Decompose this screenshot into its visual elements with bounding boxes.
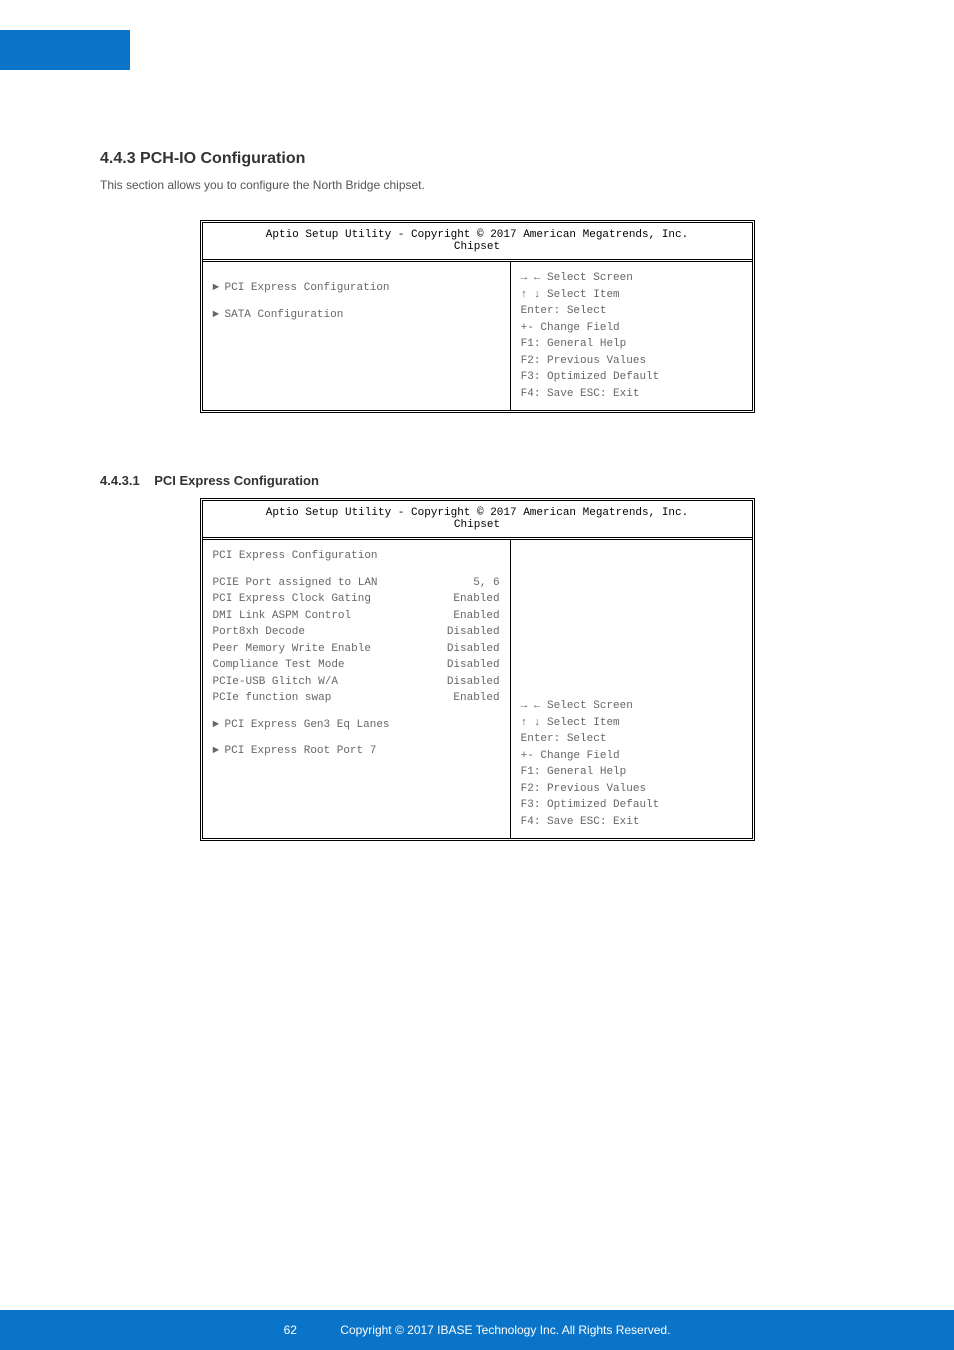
- bios-title: Aptio Setup Utility - Copyright © 2017 A…: [203, 223, 752, 262]
- bios-item-label: Compliance Test Mode: [213, 657, 447, 674]
- bios-pane-header: PCI Express Configuration: [213, 548, 500, 565]
- triangle-right-icon: ►: [213, 717, 225, 734]
- bios-item-value: Enabled: [453, 591, 499, 608]
- bios-tab-label: Chipset: [203, 519, 752, 531]
- bios-help-pane: → ← Select Screen ↑ ↓ Select Item Enter:…: [510, 540, 752, 838]
- logo-box: [0, 30, 130, 70]
- help-line: F4: Save ESC: Exit: [521, 814, 742, 831]
- bios-tab-label: Chipset: [203, 241, 752, 253]
- help-line: → ← Select Screen: [521, 698, 742, 715]
- bios-item[interactable]: Peer Memory Write Enable Disabled: [213, 641, 500, 658]
- subsection-number: 4.4.3.1: [100, 473, 140, 488]
- bios-item[interactable]: ► SATA Configuration: [213, 307, 500, 324]
- triangle-right-icon: ►: [213, 280, 225, 297]
- section-number: 4.4.3: [100, 150, 136, 167]
- subsection-title: PCI Express Configuration: [154, 473, 319, 488]
- bios-item-label: DMI Link ASPM Control: [213, 608, 454, 625]
- bios-item[interactable]: ► PCI Express Configuration: [213, 280, 500, 297]
- bios-item-label: PCI Express Configuration: [225, 280, 500, 297]
- bios-item-value: Disabled: [447, 674, 500, 691]
- bios-item[interactable]: Compliance Test Mode Disabled: [213, 657, 500, 674]
- bios-item[interactable]: PCI Express Clock Gating Enabled: [213, 591, 500, 608]
- section-paragraph: This section allows you to configure the…: [100, 176, 854, 195]
- triangle-right-icon: ►: [213, 743, 225, 760]
- help-line: F1: General Help: [521, 764, 742, 781]
- bios-item[interactable]: PCIe function swap Enabled: [213, 690, 500, 707]
- page-number: 62: [284, 1323, 297, 1337]
- section-title: PCH-IO Configuration: [140, 150, 305, 167]
- bios-item[interactable]: DMI Link ASPM Control Enabled: [213, 608, 500, 625]
- bios-item-value: Disabled: [447, 624, 500, 641]
- help-line: F2: Previous Values: [521, 353, 742, 370]
- bios-item-label: PCIe-USB Glitch W/A: [213, 674, 447, 691]
- bios-item-label: PCI Express Gen3 Eq Lanes: [225, 717, 500, 734]
- bios-left-pane: PCI Express Configuration PCIE Port assi…: [203, 540, 510, 838]
- bios-box-pch-io: Aptio Setup Utility - Copyright © 2017 A…: [200, 220, 755, 413]
- help-line: F3: Optimized Default: [521, 369, 742, 386]
- bios-body: ► PCI Express Configuration ► SATA Confi…: [203, 262, 752, 410]
- bios-item[interactable]: Port8xh Decode Disabled: [213, 624, 500, 641]
- bios-item-value: Disabled: [447, 641, 500, 658]
- section-heading: 4.4.3 PCH-IO Configuration: [100, 150, 854, 168]
- page: 4.4.3 PCH-IO Configuration This section …: [0, 0, 954, 1350]
- bios-item-value: 5, 6: [473, 575, 499, 592]
- bios-item-label: SATA Configuration: [225, 307, 500, 324]
- help-line: F3: Optimized Default: [521, 797, 742, 814]
- bios-body: PCI Express Configuration PCIE Port assi…: [203, 540, 752, 838]
- bios-item-value: Enabled: [453, 690, 499, 707]
- footer-bar: 62 Copyright © 2017 IBASE Technology Inc…: [0, 1310, 954, 1350]
- help-line: ↑ ↓ Select Item: [521, 715, 742, 732]
- bios-title: Aptio Setup Utility - Copyright © 2017 A…: [203, 501, 752, 540]
- help-line: Enter: Select: [521, 731, 742, 748]
- bios-left-pane: ► PCI Express Configuration ► SATA Confi…: [203, 262, 510, 410]
- bios-setup-label: Aptio Setup Utility - Copyright © 2017 A…: [203, 229, 752, 241]
- bios-item[interactable]: ► PCI Express Root Port 7: [213, 743, 500, 760]
- bios-item-label: PCIe function swap: [213, 690, 454, 707]
- bios-box-pci-express: Aptio Setup Utility - Copyright © 2017 A…: [200, 498, 755, 841]
- bios-item-label: Port8xh Decode: [213, 624, 447, 641]
- help-line: F2: Previous Values: [521, 781, 742, 798]
- help-line: → ← Select Screen: [521, 270, 742, 287]
- subsection-heading: 4.4.3.1 PCI Express Configuration: [100, 473, 854, 488]
- help-line: ↑ ↓ Select Item: [521, 287, 742, 304]
- triangle-right-icon: ►: [213, 307, 225, 324]
- bios-item-label: PCI Express Clock Gating: [213, 591, 454, 608]
- bios-item-value: Disabled: [447, 657, 500, 674]
- footer-text: Copyright © 2017 IBASE Technology Inc. A…: [340, 1323, 670, 1337]
- help-line: Enter: Select: [521, 303, 742, 320]
- bios-item-label: PCI Express Root Port 7: [225, 743, 500, 760]
- help-line: +- Change Field: [521, 748, 742, 765]
- help-line: F1: General Help: [521, 336, 742, 353]
- bios-help-pane: → ← Select Screen ↑ ↓ Select Item Enter:…: [510, 262, 752, 410]
- bios-item[interactable]: PCIE Port assigned to LAN 5, 6: [213, 575, 500, 592]
- bios-item[interactable]: ► PCI Express Gen3 Eq Lanes: [213, 717, 500, 734]
- help-line: +- Change Field: [521, 320, 742, 337]
- bios-item-value: Enabled: [453, 608, 499, 625]
- bios-item-label: PCIE Port assigned to LAN: [213, 575, 474, 592]
- bios-item-label: Peer Memory Write Enable: [213, 641, 447, 658]
- help-line: F4: Save ESC: Exit: [521, 386, 742, 403]
- bios-item[interactable]: PCIe-USB Glitch W/A Disabled: [213, 674, 500, 691]
- bios-setup-label: Aptio Setup Utility - Copyright © 2017 A…: [203, 507, 752, 519]
